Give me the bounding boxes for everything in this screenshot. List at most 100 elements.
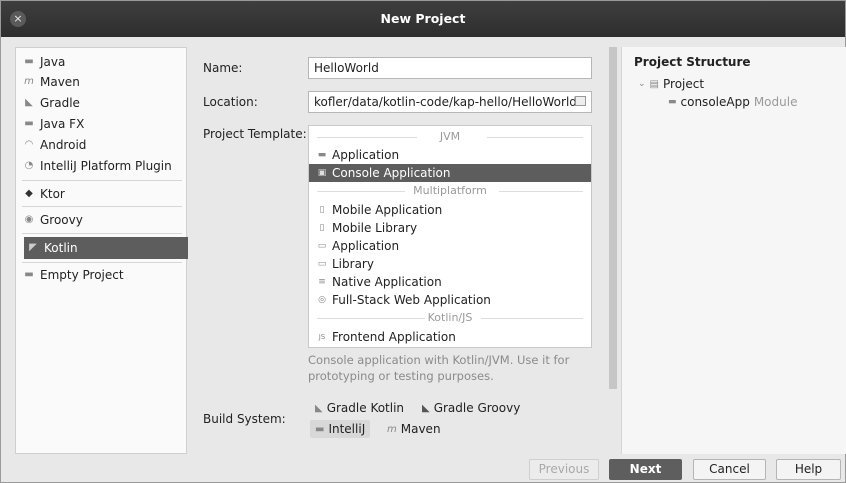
multiplatform-library-icon: ▭ (317, 259, 327, 269)
previous-button[interactable]: Previous (529, 459, 599, 480)
template-label: Mobile Application (332, 203, 443, 217)
generator-item-maven[interactable]: m Maven (24, 73, 80, 91)
generator-item-gradle[interactable]: ◣ Gradle (24, 94, 80, 112)
scrollbar[interactable] (609, 47, 617, 389)
console-application-icon: ▣ (317, 168, 327, 178)
template-label: Full-Stack Web Application (332, 293, 491, 307)
intellij-plugin-icon: ◔ (24, 160, 34, 171)
gradle-icon: ◣ (25, 97, 33, 108)
project-node[interactable]: ⌄ ▤ Project (638, 77, 704, 91)
template-label: Mobile Library (332, 221, 418, 235)
generator-item-ktor[interactable]: ◆ Ktor (24, 185, 65, 203)
generator-item-empty-project[interactable]: ▬ Empty Project (24, 266, 124, 284)
build-system-label: Build System: (203, 412, 286, 426)
build-system-maven[interactable]: m Maven (387, 422, 441, 436)
intellij-icon: ▬ (315, 423, 325, 435)
maven-icon: m (387, 423, 397, 435)
android-icon: ◠ (24, 139, 34, 150)
generator-label: Java FX (40, 117, 85, 131)
gradle-kotlin-icon: ◣ (315, 402, 323, 414)
gradle-groovy-icon: ◣ (422, 402, 430, 414)
template-label: Library (332, 257, 374, 271)
jvm-section-header: JVM (309, 130, 591, 144)
build-system-option-label: IntelliJ (328, 422, 366, 436)
kotlinjs-section-header: Kotlin/JS (309, 311, 591, 325)
jvm-application-icon: ▬ (317, 150, 327, 160)
build-system-intellij[interactable]: ▬ IntelliJ (310, 420, 371, 438)
project-template-label: Project Template: (203, 127, 307, 141)
template-item-jvm-application[interactable]: ▬ Application (309, 146, 591, 164)
generator-item-javafx[interactable]: ▬ Java FX (24, 115, 84, 133)
project-template-list: JVM ▬ Application ▣ Console Application … (308, 125, 592, 348)
module-icon: ▬ (668, 97, 677, 107)
multiplatform-section-header: Multiplatform (309, 184, 591, 198)
template-item-fullstack-web-application[interactable]: ◎ Full-Stack Web Application (309, 291, 591, 309)
template-item-mobile-library[interactable]: ▯ Mobile Library (309, 219, 591, 237)
javafx-icon: ▬ (24, 118, 34, 129)
template-item-mobile-application[interactable]: ▯ Mobile Application (309, 201, 591, 219)
generator-label: Ktor (40, 187, 65, 201)
multiplatform-application-icon: ▭ (317, 241, 327, 251)
name-field[interactable]: HelloWorld (308, 57, 592, 79)
template-label: Native Application (332, 275, 442, 289)
generator-item-groovy[interactable]: ◉ Groovy (24, 211, 83, 229)
generator-label: Empty Project (40, 268, 124, 282)
build-system-gradle-kotlin[interactable]: ◣ Gradle Kotlin (315, 401, 404, 415)
divider (22, 233, 182, 234)
template-label: Console Application (332, 166, 451, 180)
template-item-multiplatform-application[interactable]: ▭ Application (309, 237, 591, 255)
generator-item-java[interactable]: ▬ Java (24, 53, 65, 71)
location-field[interactable]: kofler/data/kotlin-code/kap-hello/HelloW… (308, 91, 592, 113)
chevron-down-icon: ⌄ (638, 79, 646, 89)
template-item-native-application[interactable]: ≡ Native Application (309, 273, 591, 291)
folder-icon[interactable] (575, 96, 586, 106)
template-label: Frontend Application (332, 330, 456, 344)
template-description: Console application with Kotlin/JVM. Use… (308, 353, 570, 383)
generator-item-kotlin[interactable]: ◤ Kotlin (24, 237, 188, 259)
kotlin-icon: ◤ (29, 242, 37, 253)
generator-label: Maven (40, 75, 80, 89)
generator-item-kotlin-content: ◤ Kotlin (28, 239, 78, 257)
groovy-icon: ◉ (24, 214, 34, 225)
template-item-console-application[interactable]: ▣ Console Application (309, 164, 591, 182)
mobile-application-icon: ▯ (319, 205, 325, 215)
module-name: consoleApp (680, 95, 750, 109)
mobile-library-icon: ▯ (319, 223, 325, 233)
next-button[interactable]: Next (609, 459, 682, 480)
empty-project-icon: ▬ (24, 269, 34, 280)
generator-label: IntelliJ Platform Plugin (40, 159, 172, 173)
generator-label: Gradle (40, 96, 80, 110)
project-structure-title: Project Structure (634, 55, 751, 69)
ktor-icon: ◆ (25, 188, 33, 199)
web-application-icon: ◎ (318, 295, 326, 305)
new-project-dialog: × New Project ▬ Java m Maven ◣ Gradle ▬ … (0, 0, 846, 483)
module-node[interactable]: ▬ consoleApp Module (668, 95, 797, 109)
jvm-header-text: JVM (439, 130, 461, 143)
multiplatform-header-text: Multiplatform (413, 184, 487, 197)
maven-icon: m (24, 76, 34, 87)
project-icon: ▤ (649, 78, 659, 90)
template-item-multiplatform-library[interactable]: ▭ Library (309, 255, 591, 273)
cancel-button[interactable]: Cancel (693, 459, 766, 480)
generator-item-android[interactable]: ◠ Android (24, 136, 87, 154)
generator-list: ▬ Java m Maven ◣ Gradle ▬ Java FX ◠ Andr… (15, 47, 188, 454)
build-system-option-label: Gradle Kotlin (326, 401, 405, 415)
divider (22, 180, 182, 181)
help-button[interactable]: Help (776, 459, 841, 480)
kotlinjs-header-text: Kotlin/JS (427, 311, 473, 324)
template-label: Application (332, 239, 400, 253)
generator-label: Kotlin (44, 241, 78, 255)
template-item-frontend-application[interactable]: JS Frontend Application (309, 328, 591, 346)
generator-item-intellij-plugin[interactable]: ◔ IntelliJ Platform Plugin (24, 157, 172, 175)
location-label: Location: (203, 95, 258, 109)
generator-label: Java (40, 55, 66, 69)
generator-label: Groovy (40, 213, 83, 227)
name-label: Name: (203, 61, 243, 75)
build-system-gradle-groovy[interactable]: ◣ Gradle Groovy (422, 401, 520, 415)
project-label: Project (663, 77, 705, 91)
build-system-option-label: Maven (400, 422, 441, 436)
divider (22, 206, 182, 207)
build-system-option-label: Gradle Groovy (433, 401, 521, 415)
template-label: Application (332, 148, 400, 162)
module-suffix: Module (753, 95, 798, 109)
